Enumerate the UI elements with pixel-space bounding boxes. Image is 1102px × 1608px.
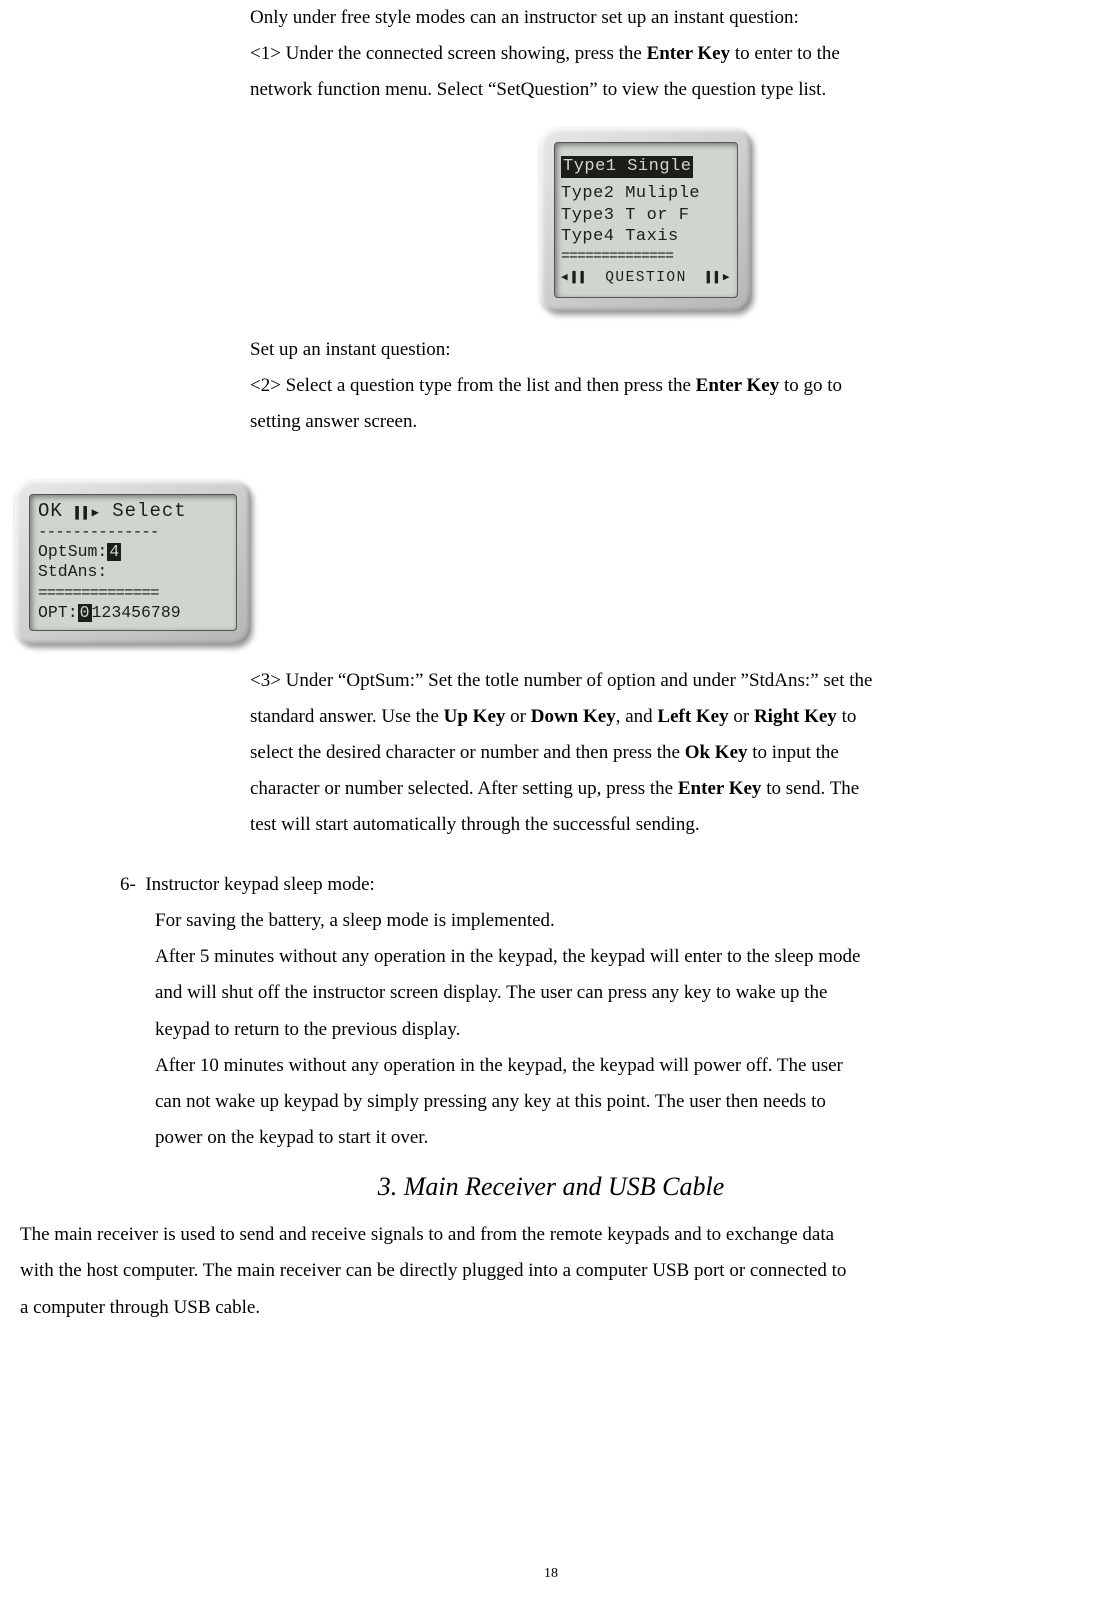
device-shell: OK ▌▌▶ Select -------------- OptSum:4 St…: [15, 480, 251, 645]
opt-rest: 123456789: [92, 603, 181, 622]
text: , and: [616, 706, 658, 727]
down-key-bold: Down Key: [531, 706, 616, 727]
enter-key-bold: Enter Key: [647, 43, 731, 64]
lcd-top-row: OK ▌▌▶ Select: [38, 501, 228, 522]
text-line: test will start automatically through th…: [250, 807, 1072, 843]
lcd-footer: ◀▐▐ QUESTION ▌▌▶: [561, 265, 731, 293]
enter-key-bold: Enter Key: [696, 375, 780, 396]
page: Only under free style modes can an instr…: [0, 0, 1102, 1608]
step3-paragraph: <3> Under “OptSum:” Set the totle number…: [250, 663, 1072, 843]
text: to enter to the: [730, 43, 840, 64]
item6-body: For saving the battery, a sleep mode is …: [155, 903, 1072, 1156]
text-line: power on the keypad to start it over.: [155, 1120, 1072, 1156]
text: or: [729, 706, 754, 727]
text: character or number selected. After sett…: [250, 778, 678, 799]
opt-label: OPT:: [38, 603, 78, 622]
text: <1> Under the connected screen showing, …: [250, 43, 647, 64]
text-line: setting answer screen.: [250, 404, 1072, 440]
lcd-line: Type3 T or F: [561, 205, 731, 226]
ok-key-bold: Ok Key: [685, 742, 748, 763]
lcd-line: Type4 Taxis: [561, 226, 731, 247]
text-line: After 5 minutes without any operation in…: [155, 939, 1072, 975]
device-shell: Type1 Single Type2 Muliple Type3 T or F …: [540, 128, 752, 311]
device-screen: OK ▌▌▶ Select -------------- OptSum:4 St…: [29, 494, 237, 631]
arrow-right-icon: ▌▌▶: [707, 268, 731, 289]
lcd-footer-text: QUESTION: [605, 265, 687, 293]
lcd-optsum-row: OptSum:4: [38, 542, 228, 563]
page-number: 18: [0, 1561, 1102, 1588]
item-number: 6-: [120, 874, 136, 895]
numbered-item-6: 6- Instructor keypad sleep mode:: [120, 867, 1082, 903]
lcd-stdans-row: StdAns:: [38, 562, 228, 583]
text: or: [505, 706, 530, 727]
section-3-paragraph: The main receiver is used to send and re…: [20, 1217, 1072, 1325]
text-line: network function menu. Select “SetQuesti…: [250, 72, 1072, 108]
text: to input the: [748, 742, 839, 763]
text-line: <2> Select a question type from the list…: [250, 368, 1072, 404]
text-line: standard answer. Use the Up Key or Down …: [250, 699, 1072, 735]
select-label: Select: [112, 500, 186, 522]
lcd-line: Type2 Muliple: [561, 183, 731, 204]
device-question-list: Type1 Single Type2 Muliple Type3 T or F …: [540, 128, 1082, 311]
optsum-label: OptSum:: [38, 542, 107, 561]
up-key-bold: Up Key: [444, 706, 506, 727]
text-line: character or number selected. After sett…: [250, 771, 1072, 807]
lcd-dash-row: --------------: [38, 524, 228, 540]
left-key-bold: Left Key: [657, 706, 728, 727]
lcd-line-selected: Type1 Single: [561, 156, 693, 177]
text: <2> Select a question type from the list…: [250, 375, 696, 396]
text-line: a computer through USB cable.: [20, 1290, 1072, 1326]
lcd-separator: ==============: [38, 585, 228, 601]
text-line: can not wake up keypad by simply pressin…: [155, 1084, 1072, 1120]
text-line: with the host computer. The main receive…: [20, 1253, 1072, 1289]
text: to go to: [779, 375, 842, 396]
text-line: keypad to return to the previous display…: [155, 1012, 1072, 1048]
lcd-separator: ==============: [561, 249, 731, 264]
text-line: After 10 minutes without any operation i…: [155, 1048, 1072, 1084]
text: to send. The: [761, 778, 859, 799]
text-line: and will shut off the instructor screen …: [155, 975, 1072, 1011]
text-line: The main receiver is used to send and re…: [20, 1217, 1072, 1253]
arrow-right-icon: ▌▌▶: [75, 506, 100, 520]
section-3-heading: 3. Main Receiver and USB Cable: [20, 1162, 1082, 1211]
text-line: Only under free style modes can an instr…: [250, 0, 1072, 36]
text-line: <1> Under the connected screen showing, …: [250, 36, 1072, 72]
ok-label: OK: [38, 500, 63, 522]
text-line: select the desired character or number a…: [250, 735, 1072, 771]
text-line: <3> Under “OptSum:” Set the totle number…: [250, 663, 1072, 699]
opt-selected: 0: [78, 604, 92, 622]
optsum-value: 4: [107, 543, 121, 561]
item-title: Instructor keypad sleep mode:: [145, 874, 375, 895]
enter-key-bold: Enter Key: [678, 778, 762, 799]
device-screen: Type1 Single Type2 Muliple Type3 T or F …: [554, 142, 738, 297]
text: to: [837, 706, 857, 727]
right-key-bold: Right Key: [754, 706, 837, 727]
text: standard answer. Use the: [250, 706, 444, 727]
device-select-screen: OK ▌▌▶ Select -------------- OptSum:4 St…: [15, 480, 1082, 645]
setup-paragraph: Set up an instant question: <2> Select a…: [250, 332, 1072, 440]
text-line: Set up an instant question:: [250, 332, 1072, 368]
lcd-opt-row: OPT:0123456789: [38, 603, 228, 624]
intro-paragraph: Only under free style modes can an instr…: [250, 0, 1072, 108]
text: select the desired character or number a…: [250, 742, 685, 763]
text-line: For saving the battery, a sleep mode is …: [155, 903, 1072, 939]
arrow-left-icon: ◀▐▐: [561, 268, 585, 289]
